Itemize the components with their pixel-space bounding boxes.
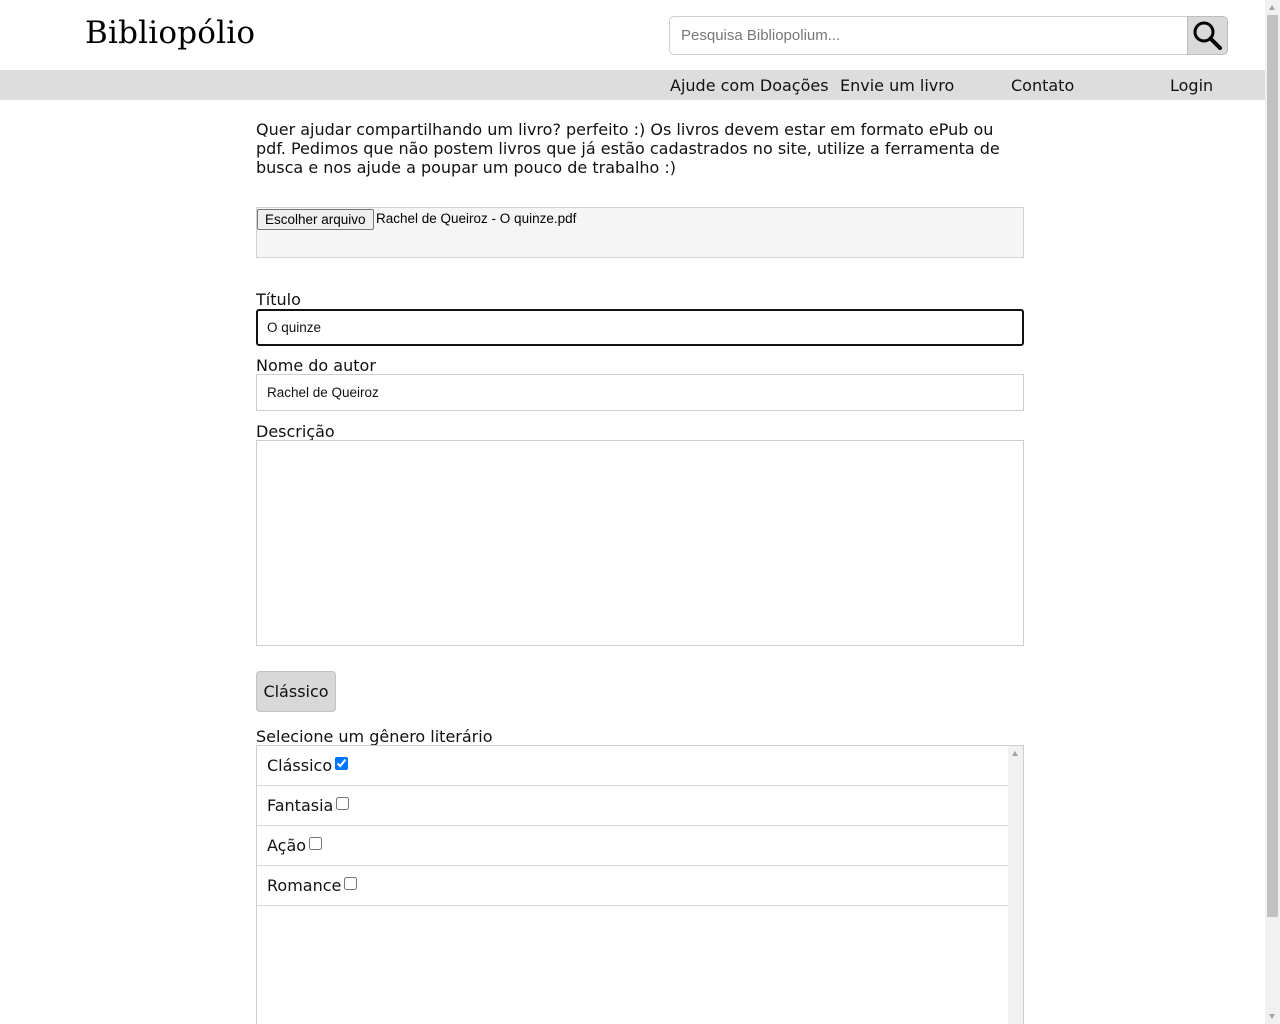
selected-file-name: Rachel de Queiroz - O quinze.pdf [376,211,577,226]
nav-item-donations[interactable]: Ajude com Doações [670,76,829,95]
scroll-up-icon[interactable] [1269,5,1275,10]
search-bar [669,16,1228,55]
genre-checkbox-acao[interactable] [309,837,323,850]
genre-list-scrollbar[interactable] [1008,746,1023,1024]
genre-list: Clássico Fantasia Ação Romance [256,745,1024,1024]
scroll-up-icon[interactable] [1012,751,1018,756]
site-logo[interactable]: Bibliopólio [85,15,255,51]
scroll-down-icon[interactable] [1269,1014,1275,1019]
title-input[interactable] [256,309,1024,346]
nav-item-send-book[interactable]: Envie um livro [840,76,954,95]
nav-bar: Ajude com Doações Envie um livro Contato… [0,70,1265,100]
page-scrollbar[interactable] [1265,0,1280,1024]
author-input[interactable] [256,374,1024,411]
genre-option-classico[interactable]: Clássico [257,746,1009,786]
search-icon [1193,21,1222,50]
genre-option-label: Clássico [267,756,333,775]
search-input[interactable] [669,16,1187,55]
description-label: Descrição [256,422,335,441]
nav-item-contact[interactable]: Contato [1011,76,1074,95]
genre-option-label: Fantasia [267,796,334,815]
genre-option-label: Romance [267,876,342,895]
choose-file-button[interactable]: Escolher arquivo [257,209,374,230]
nav-item-login[interactable]: Login [1170,76,1213,95]
page: Bibliopólio Ajude com Doações Envie um l… [0,0,1265,1024]
selected-genre-tag[interactable]: Clássico [256,671,336,712]
genre-checkbox-classico[interactable] [335,757,349,770]
genre-option-romance[interactable]: Romance [257,866,1009,906]
search-button[interactable] [1187,16,1228,55]
intro-text: Quer ajudar compartilhando um livro? per… [256,120,1000,177]
genre-checkbox-romance[interactable] [344,877,358,890]
genre-option-label: Ação [267,836,307,855]
genre-label: Selecione um gênero literário [256,727,493,746]
description-textarea[interactable] [256,440,1024,646]
genre-option-fantasia[interactable]: Fantasia [257,786,1009,826]
genre-checkbox-fantasia[interactable] [336,797,350,810]
file-upload-field[interactable]: Escolher arquivo Rachel de Queiroz - O q… [256,207,1024,258]
genre-option-acao[interactable]: Ação [257,826,1009,866]
author-label: Nome do autor [256,356,376,375]
title-label: Título [256,290,301,309]
scrollbar-thumb[interactable] [1267,15,1278,917]
genre-options: Clássico Fantasia Ação Romance [257,746,1009,906]
header: Bibliopólio [0,0,1265,70]
